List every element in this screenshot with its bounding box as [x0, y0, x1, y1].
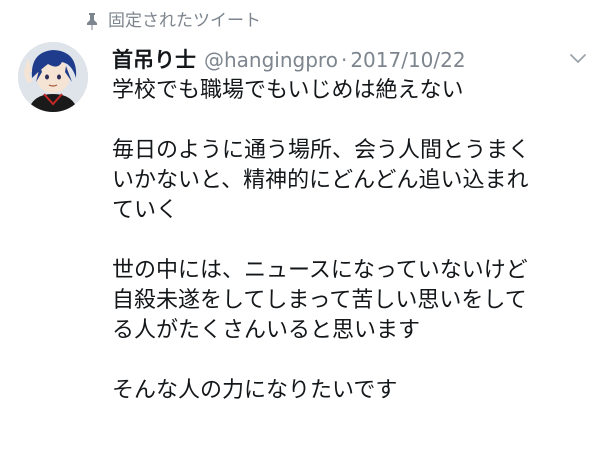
tweet-paragraph: そんな人の力になりたいです: [112, 376, 592, 406]
tweet-date[interactable]: 2017/10/22: [350, 48, 465, 72]
tweet-card[interactable]: 固定されたツイート 首吊り士 @hangingpro · 2017/10/22 …: [0, 0, 600, 453]
tweet-line: 学校でも職場でもいじめは絶えない: [112, 78, 464, 103]
tweet-paragraph: 毎日のように通う場所、会う人間とうまく いかないと、精神的にどんどん追い込まれ …: [112, 136, 592, 226]
tweet-line: 毎日のように通う場所、会う人間とうまく: [112, 138, 531, 163]
tweet-line: る人がたくさんいると思います: [112, 318, 421, 343]
tweet-line: 世の中には、ニュースになっていないけど: [112, 258, 528, 283]
pinned-label: 固定されたツイート: [108, 11, 261, 31]
tweet-line: 自殺未遂をしてしまって苦しい思いをして: [112, 288, 527, 313]
tweet-line: そんな人の力になりたいです: [112, 378, 398, 403]
avatar[interactable]: [18, 42, 88, 112]
pin-icon: [87, 13, 97, 30]
tweet-line: いかないと、精神的にどんどん追い込まれ: [112, 168, 529, 193]
tweet-line: ていく: [112, 198, 179, 223]
tweet-paragraph: 学校でも職場でもいじめは絶えない: [112, 76, 592, 106]
separator-dot: ·: [340, 48, 348, 72]
display-name[interactable]: 首吊り士: [112, 44, 196, 74]
chevron-down-icon[interactable]: [568, 52, 588, 66]
tweet-paragraph: 世の中には、ニュースになっていないけど 自殺未遂をしてしまって苦しい思いをして …: [112, 256, 592, 346]
tweet-text: 学校でも職場でもいじめは絶えない 毎日のように通う場所、会う人間とうまく いかな…: [112, 76, 592, 436]
tweet-header: 首吊り士 @hangingpro · 2017/10/22: [112, 44, 466, 74]
avatar-image: [18, 42, 88, 112]
pinned-tweet-indicator: 固定されたツイート: [84, 10, 261, 32]
user-handle[interactable]: @hangingpro: [204, 48, 338, 72]
